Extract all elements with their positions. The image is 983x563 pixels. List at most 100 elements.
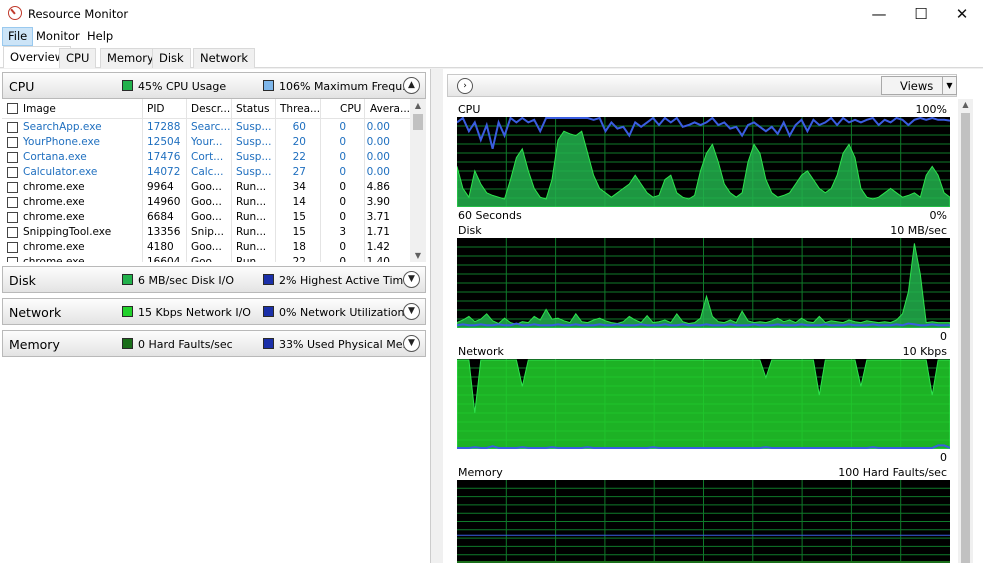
menu-help[interactable]: Help	[82, 27, 118, 46]
row-checkbox[interactable]	[7, 152, 18, 163]
process-status: Susp...	[236, 166, 272, 178]
process-image: chrome.exe	[23, 196, 85, 208]
col-description[interactable]: Descr...	[191, 103, 230, 115]
process-pid: 9964	[147, 181, 174, 193]
process-pid: 17288	[147, 121, 181, 133]
maximize-button[interactable]: ☐	[898, 0, 944, 27]
expand-chevron-icon[interactable]: ▼	[403, 271, 420, 288]
process-status: Run...	[236, 211, 267, 223]
table-row[interactable]: chrome.exe 6684 Goo... Run... 15 0 3.71	[2, 210, 410, 225]
hard-faults-stat: 0 Hard Faults/sec	[138, 338, 233, 351]
table-row[interactable]: Calculator.exe 14072 Calc... Susp... 27 0 0.00	[2, 165, 410, 180]
process-threads: 22	[292, 151, 306, 163]
row-checkbox[interactable]	[7, 212, 18, 223]
table-row[interactable]: SnippingTool.exe 13356 Snip... Run... 15 3 1.7…	[2, 225, 410, 240]
process-threads: 18	[292, 241, 306, 253]
row-checkbox[interactable]	[7, 137, 18, 148]
col-cpu[interactable]: CPU	[340, 103, 361, 115]
col-average-cpu[interactable]: Avera...	[370, 103, 410, 115]
network-graph-min: 0	[940, 451, 947, 464]
network-graph-series-0-area	[457, 359, 950, 449]
process-description: Goo...	[191, 256, 222, 262]
network-graph-title: Network	[458, 345, 504, 358]
scroll-down-icon[interactable]: ▼	[410, 251, 426, 260]
menu-monitor[interactable]: Monitor	[31, 27, 85, 46]
cpu-graph-timespan: 60 Seconds	[458, 209, 522, 222]
col-threads[interactable]: Threa...	[280, 103, 320, 115]
process-cpu: 0	[339, 136, 346, 148]
window-title: Resource Monitor	[28, 7, 129, 21]
col-image[interactable]: Image	[23, 103, 56, 115]
minimize-button[interactable]: —	[856, 0, 902, 27]
process-pid: 17476	[147, 151, 181, 163]
memory-graph-max: 100 Hard Faults/sec	[838, 466, 947, 479]
cpu-frequency-swatch	[263, 80, 274, 91]
tab-network[interactable]: Network	[193, 48, 256, 68]
close-button[interactable]: ✕	[939, 0, 983, 27]
process-image: SearchApp.exe	[23, 121, 102, 133]
disk-section-header[interactable]: Disk 6 MB/sec Disk I/O 2% Highest Active…	[2, 266, 426, 293]
table-row[interactable]: chrome.exe 14960 Goo... Run... 14 0 3.90	[2, 195, 410, 210]
graphs-pane: › Views ▼ CPU 100% 60 Seconds 0% Disk 10…	[443, 69, 983, 563]
row-checkbox[interactable]	[7, 182, 18, 193]
table-row[interactable]: chrome.exe 9964 Goo... Run... 34 0 4.86	[2, 180, 410, 195]
pane-splitter[interactable]	[431, 69, 443, 563]
process-cpu: 0	[339, 181, 346, 193]
collapse-chevron-icon[interactable]: ▲	[403, 77, 420, 94]
row-checkbox[interactable]	[7, 257, 18, 262]
tab-cpu[interactable]: CPU	[59, 48, 97, 68]
process-average-cpu: 0.00	[366, 136, 390, 148]
row-checkbox[interactable]	[7, 227, 18, 238]
dropdown-arrow-icon[interactable]: ▼	[942, 77, 956, 94]
row-checkbox[interactable]	[7, 122, 18, 133]
process-threads: 27	[292, 166, 306, 178]
table-row[interactable]: YourPhone.exe 12504 Your... Susp... 20 0 0.00	[2, 135, 410, 150]
process-description: Goo...	[191, 241, 222, 253]
network-utilization-stat: 0% Network Utilization	[279, 306, 405, 319]
menu-bar: File Monitor Help	[0, 27, 983, 46]
col-status[interactable]: Status	[236, 103, 269, 115]
views-button[interactable]: Views ▼	[881, 76, 957, 95]
expand-chevron-icon[interactable]: ▼	[403, 335, 420, 352]
row-checkbox[interactable]	[7, 197, 18, 208]
expand-chevron-icon[interactable]: ▼	[403, 303, 420, 320]
expand-arrow-icon[interactable]: ›	[457, 78, 473, 94]
col-pid[interactable]: PID	[147, 103, 165, 115]
memory-section-header[interactable]: Memory 0 Hard Faults/sec 33% Used Physic…	[2, 330, 426, 357]
table-row[interactable]: chrome.exe 4180 Goo... Run... 18 0 1.42	[2, 240, 410, 255]
process-description: Goo...	[191, 196, 222, 208]
process-cpu: 3	[339, 226, 346, 238]
menu-file[interactable]: File	[2, 27, 34, 46]
process-average-cpu: 0.00	[366, 121, 390, 133]
table-row[interactable]: chrome.exe 16604 Goo... Run... 22 0 1.40	[2, 255, 410, 262]
table-row[interactable]: Cortana.exe 17476 Cort... Susp... 22 0 0.00	[2, 150, 410, 165]
scroll-up-icon[interactable]: ▲	[958, 100, 973, 109]
scroll-up-icon[interactable]: ▲	[410, 101, 426, 110]
process-table: Image PID Descr... Status Threa... CPU A…	[2, 99, 426, 262]
process-threads: 15	[292, 211, 306, 223]
network-io-stat: 15 Kbps Network I/O	[138, 306, 251, 319]
process-status: Susp...	[236, 121, 272, 133]
scroll-thumb[interactable]	[413, 114, 423, 130]
row-checkbox[interactable]	[7, 242, 18, 253]
network-section-header[interactable]: Network 15 Kbps Network I/O 0% Network U…	[2, 298, 426, 325]
process-pid: 13356	[147, 226, 181, 238]
row-checkbox[interactable]	[7, 167, 18, 178]
table-row[interactable]: SearchApp.exe 17288 Searc... Susp... 60 0 0.00	[2, 120, 410, 135]
process-table-scrollbar[interactable]: ▲ ▼	[410, 99, 426, 262]
process-threads: 14	[292, 196, 306, 208]
process-average-cpu: 3.90	[366, 196, 390, 208]
scroll-thumb[interactable]	[961, 113, 970, 563]
cpu-usage-swatch	[122, 80, 133, 91]
overview-left-pane: CPU 45% CPU Usage 106% Maximum Frequ... …	[0, 69, 431, 563]
select-all-checkbox[interactable]	[7, 103, 18, 114]
tab-disk[interactable]: Disk	[152, 48, 191, 68]
cpu-section-header[interactable]: CPU 45% CPU Usage 106% Maximum Frequ... …	[2, 72, 426, 99]
process-status: Susp...	[236, 136, 272, 148]
cpu-graph-max: 100%	[915, 103, 947, 116]
views-label: Views	[900, 79, 934, 93]
disk-section-title: Disk	[9, 273, 36, 288]
disk-active-time-swatch	[263, 274, 274, 285]
graphs-scrollbar[interactable]: ▲	[958, 99, 973, 563]
process-image: YourPhone.exe	[23, 136, 100, 148]
